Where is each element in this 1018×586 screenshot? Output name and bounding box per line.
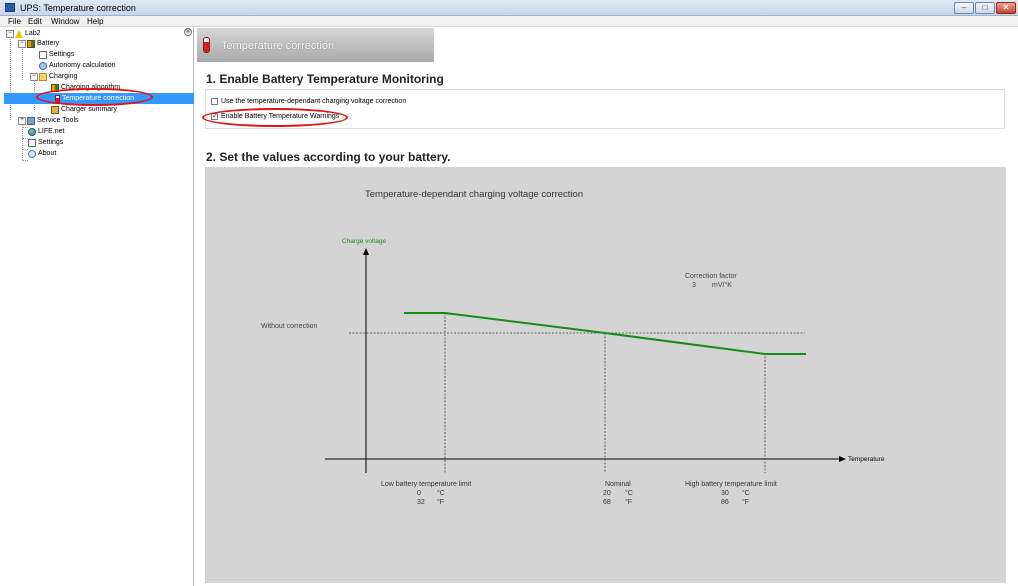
menu-file[interactable]: File bbox=[8, 16, 21, 27]
correction-factor-label: Correction factor bbox=[685, 273, 737, 280]
tree-connector bbox=[22, 160, 28, 161]
menu-edit[interactable]: Edit bbox=[28, 16, 42, 27]
marker-label: High battery temperature limit bbox=[685, 481, 777, 488]
marker-fahrenheit-value: 32 bbox=[417, 499, 425, 506]
correction-factor-value: 3 bbox=[692, 282, 696, 289]
marker-celsius-unit: °C bbox=[625, 489, 633, 497]
marker-fahrenheit-unit: °F bbox=[625, 498, 632, 506]
collapse-icon[interactable]: − bbox=[18, 39, 26, 48]
gauge-icon bbox=[39, 61, 47, 70]
chart-title: Temperature-dependant charging voltage c… bbox=[365, 189, 583, 200]
tree-item-service-tools[interactable]: + Service Tools bbox=[18, 115, 79, 126]
x-axis-label: Temperature bbox=[848, 456, 885, 463]
voltage-correction-checkbox[interactable] bbox=[211, 97, 218, 105]
menu-bar: File Edit Window Help bbox=[0, 16, 1018, 27]
marker-celsius-unit: °C bbox=[437, 489, 445, 497]
marker-group: Low battery temperature limit 0 °C 32 °F Nomi… bbox=[381, 313, 777, 506]
minimize-icon: – bbox=[961, 3, 967, 12]
page-title: Temperature correction bbox=[221, 40, 335, 52]
y-axis-label: Charge voltage bbox=[342, 238, 386, 245]
window-titlebar: UPS: Temperature correction – □ ✕ bbox=[0, 0, 1018, 16]
collapse-icon[interactable]: − bbox=[6, 29, 14, 38]
highlight-annotation bbox=[36, 88, 153, 106]
y-axis-arrow-icon bbox=[363, 248, 369, 255]
correction-chart: Temperature-dependant charging voltage c… bbox=[261, 189, 885, 506]
tree-connector bbox=[10, 36, 11, 120]
tree-connector bbox=[22, 46, 23, 80]
x-axis-arrow-icon bbox=[839, 456, 846, 462]
menu-help[interactable]: Help bbox=[87, 16, 103, 27]
globe-icon bbox=[28, 127, 36, 136]
close-pane-icon[interactable]: ⊗ bbox=[184, 28, 192, 36]
tree-item-about[interactable]: About bbox=[28, 148, 56, 159]
highlight-annotation bbox=[202, 108, 348, 127]
reference-label: Without correction bbox=[261, 323, 318, 330]
option-voltage-correction[interactable]: Use the temperature-dependant charging v… bbox=[211, 97, 406, 107]
correction-chart-panel: Temperature-dependant charging voltage c… bbox=[205, 167, 1006, 583]
marker-label: Low battery temperature limit bbox=[381, 481, 471, 488]
marker-fahrenheit-unit: °F bbox=[437, 498, 444, 506]
marker-fahrenheit-value: 68 bbox=[603, 499, 611, 506]
tree-item-autonomy-calculation[interactable]: Autonomy calculation bbox=[39, 60, 116, 71]
marker-fahrenheit-value: 86 bbox=[721, 499, 729, 506]
close-button[interactable]: ✕ bbox=[996, 2, 1016, 14]
tools-icon bbox=[27, 116, 35, 125]
marker-celsius-value: 0 bbox=[417, 490, 421, 497]
charger-icon bbox=[51, 105, 59, 114]
battery-icon bbox=[27, 39, 35, 48]
section-title-values: 2. Set the values according to your batt… bbox=[206, 150, 451, 164]
collapse-icon[interactable]: − bbox=[30, 72, 38, 81]
minimize-button[interactable]: – bbox=[954, 2, 974, 14]
about-icon bbox=[28, 149, 36, 158]
marker-label: Nominal bbox=[605, 481, 631, 488]
settings-page-icon bbox=[28, 138, 36, 147]
section-title-monitoring: 1. Enable Battery Temperature Monitoring bbox=[206, 72, 444, 86]
settings-page-icon bbox=[39, 50, 47, 59]
option-label: Use the temperature-dependant charging v… bbox=[221, 98, 407, 105]
maximize-icon: □ bbox=[982, 3, 988, 12]
expand-icon[interactable]: + bbox=[18, 116, 26, 125]
thermometer-icon bbox=[203, 37, 210, 53]
warning-icon bbox=[15, 29, 23, 38]
tree-item-charging[interactable]: − Charging bbox=[30, 71, 77, 82]
folder-icon bbox=[39, 72, 47, 81]
marker-celsius-unit: °C bbox=[742, 489, 750, 497]
app-icon bbox=[5, 3, 15, 12]
tree-item-battery-settings[interactable]: Settings bbox=[39, 49, 74, 60]
tree-item-battery[interactable]: − Battery bbox=[18, 38, 59, 49]
maximize-button[interactable]: □ bbox=[975, 2, 995, 14]
tree-item-settings[interactable]: Settings bbox=[28, 137, 63, 148]
window-title: UPS: Temperature correction bbox=[20, 3, 136, 13]
close-icon: ✕ bbox=[1002, 3, 1010, 12]
tree-item-life-net[interactable]: LIFE.net bbox=[28, 126, 64, 137]
marker-celsius-value: 20 bbox=[603, 490, 611, 497]
correction-factor-unit: mV/°K bbox=[712, 281, 732, 289]
marker-fahrenheit-unit: °F bbox=[742, 498, 749, 506]
page-header: Temperature correction bbox=[197, 28, 434, 62]
menu-window[interactable]: Window bbox=[51, 16, 79, 27]
marker-celsius-value: 30 bbox=[721, 490, 729, 497]
